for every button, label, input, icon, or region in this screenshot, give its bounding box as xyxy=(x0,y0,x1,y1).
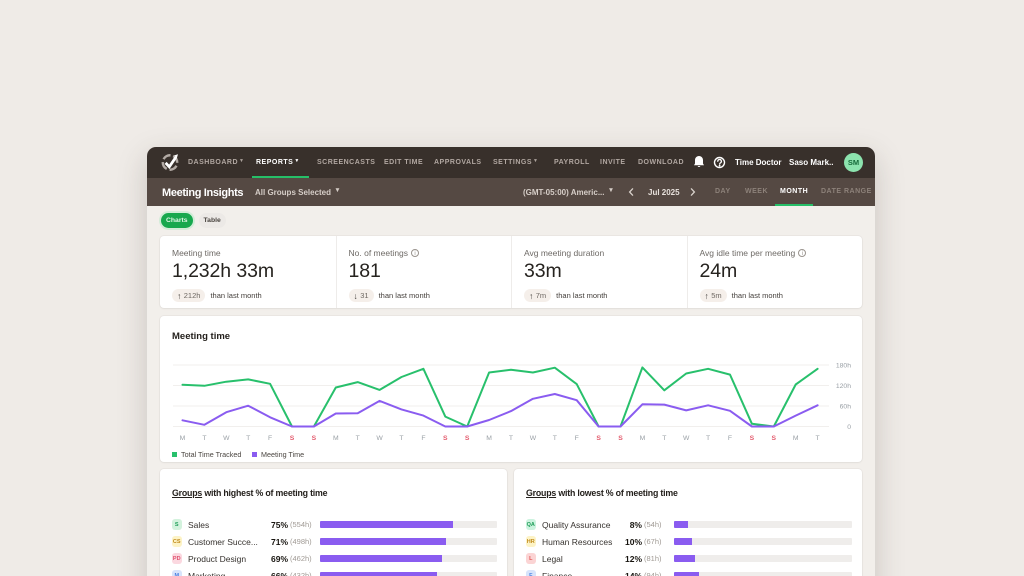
svg-text:M: M xyxy=(333,435,339,442)
svg-text:S: S xyxy=(465,435,470,442)
svg-text:S: S xyxy=(596,435,601,442)
svg-text:F: F xyxy=(421,435,425,442)
svg-text:S: S xyxy=(312,435,317,442)
svg-text:180h: 180h xyxy=(836,362,851,369)
svg-text:S: S xyxy=(443,435,448,442)
svg-text:T: T xyxy=(662,435,666,442)
svg-text:T: T xyxy=(553,435,557,442)
svg-text:M: M xyxy=(180,435,186,442)
svg-text:T: T xyxy=(509,435,513,442)
svg-text:S: S xyxy=(618,435,623,442)
svg-text:Total Time Tracked: Total Time Tracked xyxy=(181,450,241,459)
svg-text:T: T xyxy=(202,435,206,442)
svg-text:60h: 60h xyxy=(840,403,852,410)
svg-text:T: T xyxy=(399,435,403,442)
svg-text:W: W xyxy=(683,435,690,442)
svg-text:W: W xyxy=(530,435,537,442)
svg-text:S: S xyxy=(772,435,777,442)
svg-text:F: F xyxy=(268,435,272,442)
svg-text:T: T xyxy=(246,435,250,442)
svg-text:T: T xyxy=(356,435,360,442)
svg-text:120h: 120h xyxy=(836,383,851,390)
svg-text:Meeting Time: Meeting Time xyxy=(261,450,304,459)
svg-text:T: T xyxy=(816,435,820,442)
svg-text:M: M xyxy=(640,435,646,442)
svg-text:M: M xyxy=(793,435,799,442)
svg-text:F: F xyxy=(575,435,579,442)
svg-text:S: S xyxy=(290,435,295,442)
svg-text:0: 0 xyxy=(847,424,851,431)
svg-text:W: W xyxy=(376,435,383,442)
svg-text:S: S xyxy=(750,435,755,442)
svg-text:F: F xyxy=(728,435,732,442)
svg-text:T: T xyxy=(706,435,710,442)
svg-text:W: W xyxy=(223,435,230,442)
svg-text:M: M xyxy=(486,435,492,442)
